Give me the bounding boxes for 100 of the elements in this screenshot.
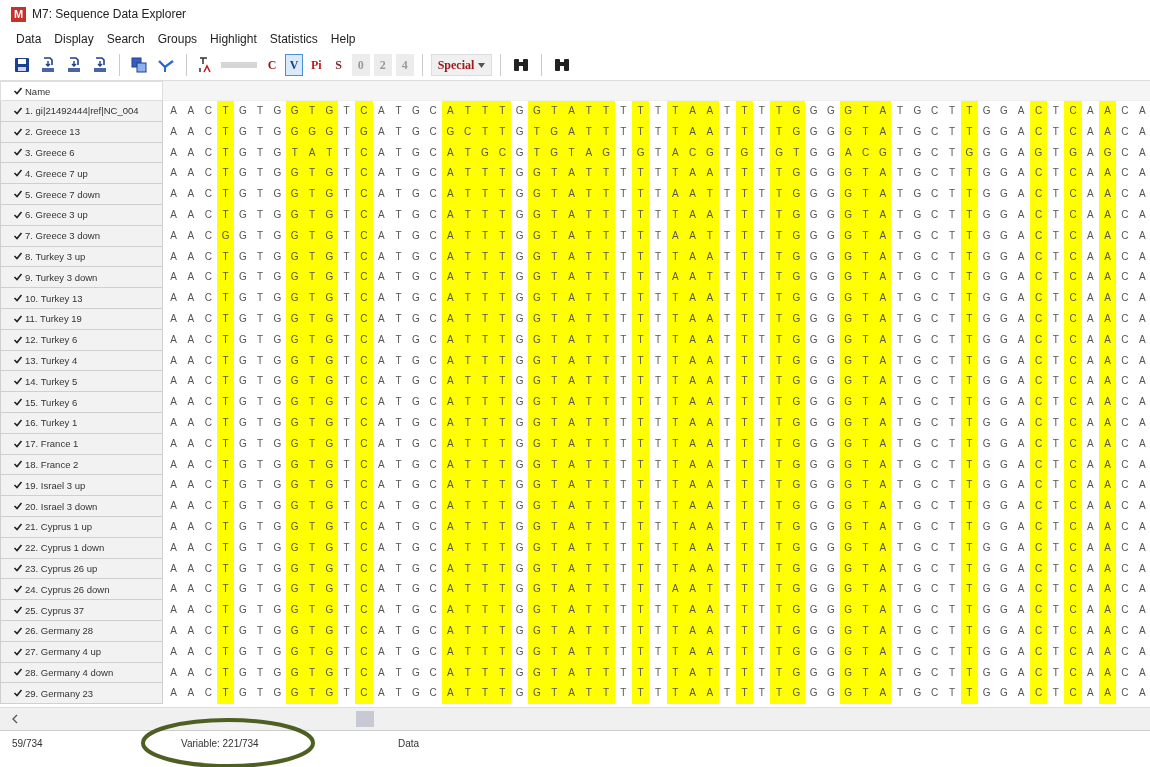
toolbar-toggle[interactable]: Pi	[307, 54, 326, 76]
sequence-name-cell[interactable]: 27. Germany 4 up	[0, 641, 163, 663]
sequence-name-cell[interactable]: 8. Turkey 3 up	[0, 246, 163, 268]
sequence-name-cell[interactable]: 22. Cyprus 1 down	[0, 537, 163, 559]
checkbox[interactable]	[13, 480, 23, 491]
menu-item[interactable]: Highlight	[210, 32, 257, 46]
checkbox[interactable]	[13, 688, 23, 699]
sequence-name-cell[interactable]: 29. Germany 23	[0, 683, 163, 705]
checkbox[interactable]	[13, 625, 23, 636]
nucleotide: T	[965, 374, 974, 389]
nucleotide: A	[688, 415, 697, 430]
checkbox[interactable]	[13, 501, 23, 512]
sequence-name-cell[interactable]: 3. Greece 6	[0, 142, 163, 164]
special-dropdown[interactable]: Special	[430, 54, 493, 76]
checkbox[interactable]	[13, 459, 23, 470]
scrollbar-thumb[interactable]	[356, 711, 374, 727]
checkbox[interactable]	[13, 272, 23, 283]
nucleotide: G	[808, 457, 819, 472]
checkbox[interactable]	[13, 86, 23, 96]
nucleotide: T	[757, 104, 766, 118]
nucleotide: T	[463, 291, 472, 306]
nucleotide: A	[376, 415, 386, 430]
nucleotide: G	[912, 187, 923, 202]
copy-icon[interactable]	[128, 55, 150, 75]
nucleotide: T	[619, 353, 628, 368]
menu-item[interactable]: Groups	[157, 32, 198, 46]
checkbox[interactable]	[13, 355, 23, 366]
checkbox[interactable]	[13, 376, 23, 387]
nucleotide: T	[619, 499, 628, 514]
nucleotide: T	[307, 519, 317, 534]
checkbox[interactable]	[13, 313, 23, 324]
checkbox[interactable]	[13, 397, 23, 408]
checkbox[interactable]	[13, 521, 23, 532]
checkbox[interactable]	[13, 147, 23, 158]
sequence-name-cell[interactable]: 10. Turkey 13	[0, 288, 163, 309]
menu-item[interactable]: Search	[106, 32, 145, 46]
nucleotide: A	[169, 374, 178, 389]
checkbox[interactable]	[13, 646, 23, 657]
checkbox[interactable]	[13, 667, 23, 678]
checkbox[interactable]	[13, 417, 23, 428]
sequence-name-cell[interactable]: 13. Turkey 4	[0, 350, 163, 372]
nucleotide: G	[826, 519, 836, 534]
nucleotide: T	[480, 478, 490, 493]
nucleotide: T	[775, 166, 784, 181]
checkbox[interactable]	[13, 334, 23, 345]
nucleotide: T	[653, 291, 662, 306]
toolbar-toggle[interactable]: C	[263, 54, 281, 76]
menu-item[interactable]: Data	[16, 32, 42, 46]
nucleotide: A	[376, 166, 386, 181]
checkbox[interactable]	[13, 251, 23, 262]
nucleotide: G	[791, 332, 802, 347]
toolbar-toggle[interactable]: V	[285, 54, 303, 76]
checkbox[interactable]	[13, 168, 23, 179]
sequence-name-cell[interactable]: 5. Greece 7 down	[0, 184, 163, 205]
sequence-name-cell[interactable]: 25. Cyprus 37	[0, 600, 163, 621]
sequence-name-cell[interactable]: 11. Turkey 19	[0, 308, 163, 330]
sequence-name-cell[interactable]: 17. France 1	[0, 433, 163, 455]
checkbox[interactable]	[13, 189, 23, 200]
sequence-name-cell[interactable]: 1. gi|21492444|ref|NC_004	[0, 101, 163, 122]
toolbar-toggle[interactable]: S	[329, 54, 348, 76]
sequence-name-cell[interactable]: 7. Greece 3 down	[0, 225, 163, 247]
sequence-name-cell[interactable]: 23. Cyprus 26 up	[0, 558, 163, 580]
sequence-name-cell[interactable]: 9. Turkey 3 down	[0, 267, 163, 289]
sequence-name-cell[interactable]: 18. France 2	[0, 454, 163, 476]
sequence-name-cell[interactable]: 2. Greece 13	[0, 121, 163, 143]
checkbox[interactable]	[13, 105, 23, 116]
menu-item[interactable]: Display	[54, 32, 94, 46]
checkbox[interactable]	[13, 563, 23, 574]
nucleotide: T	[757, 415, 766, 430]
checkbox[interactable]	[13, 605, 23, 615]
nucleotide: T	[256, 291, 265, 306]
sequence-name-cell[interactable]: 21. Cyprus 1 up	[0, 516, 163, 538]
checkbox[interactable]	[13, 438, 23, 449]
nucleotide: T	[861, 187, 870, 202]
nucleotide: A	[705, 311, 715, 326]
checkbox[interactable]	[13, 126, 23, 137]
sequence-name-cell[interactable]: 28. Germany 4 down	[0, 662, 163, 684]
sequence-name-cell[interactable]: 12. Turkey 6	[0, 329, 163, 351]
sequence-name-cell[interactable]: 15. Turkey 6	[0, 392, 163, 413]
nucleotide: C	[203, 478, 213, 493]
sequence-name-cell[interactable]: 19. Israel 3 up	[0, 475, 163, 497]
sequence-name-cell[interactable]: 4. Greece 7 up	[0, 163, 163, 185]
sequence-name-cell[interactable]: 26. Germany 28	[0, 620, 163, 642]
nucleotide: G	[272, 478, 283, 493]
sequence-name-cell[interactable]: 20. Israel 3 down	[0, 496, 163, 517]
sequence-name-cell[interactable]: 24. Cyprus 26 down	[0, 579, 163, 601]
nucleotide: T	[619, 228, 628, 243]
menu-item[interactable]: Statistics	[269, 32, 318, 46]
checkbox[interactable]	[13, 230, 23, 241]
menu-item[interactable]: Help	[330, 32, 356, 46]
scroll-left-icon[interactable]	[12, 714, 18, 724]
checkbox[interactable]	[13, 209, 23, 220]
sequence-name-cell[interactable]: 14. Turkey 5	[0, 371, 163, 393]
sequence-name-cell[interactable]: 6. Greece 3 up	[0, 205, 163, 226]
nucleotide: G	[791, 499, 802, 514]
checkbox[interactable]	[13, 293, 23, 304]
checkbox[interactable]	[13, 584, 23, 595]
nucleotide: A	[169, 124, 178, 139]
checkbox[interactable]	[13, 542, 23, 553]
sequence-name-cell[interactable]: 16. Turkey 1	[0, 412, 163, 434]
